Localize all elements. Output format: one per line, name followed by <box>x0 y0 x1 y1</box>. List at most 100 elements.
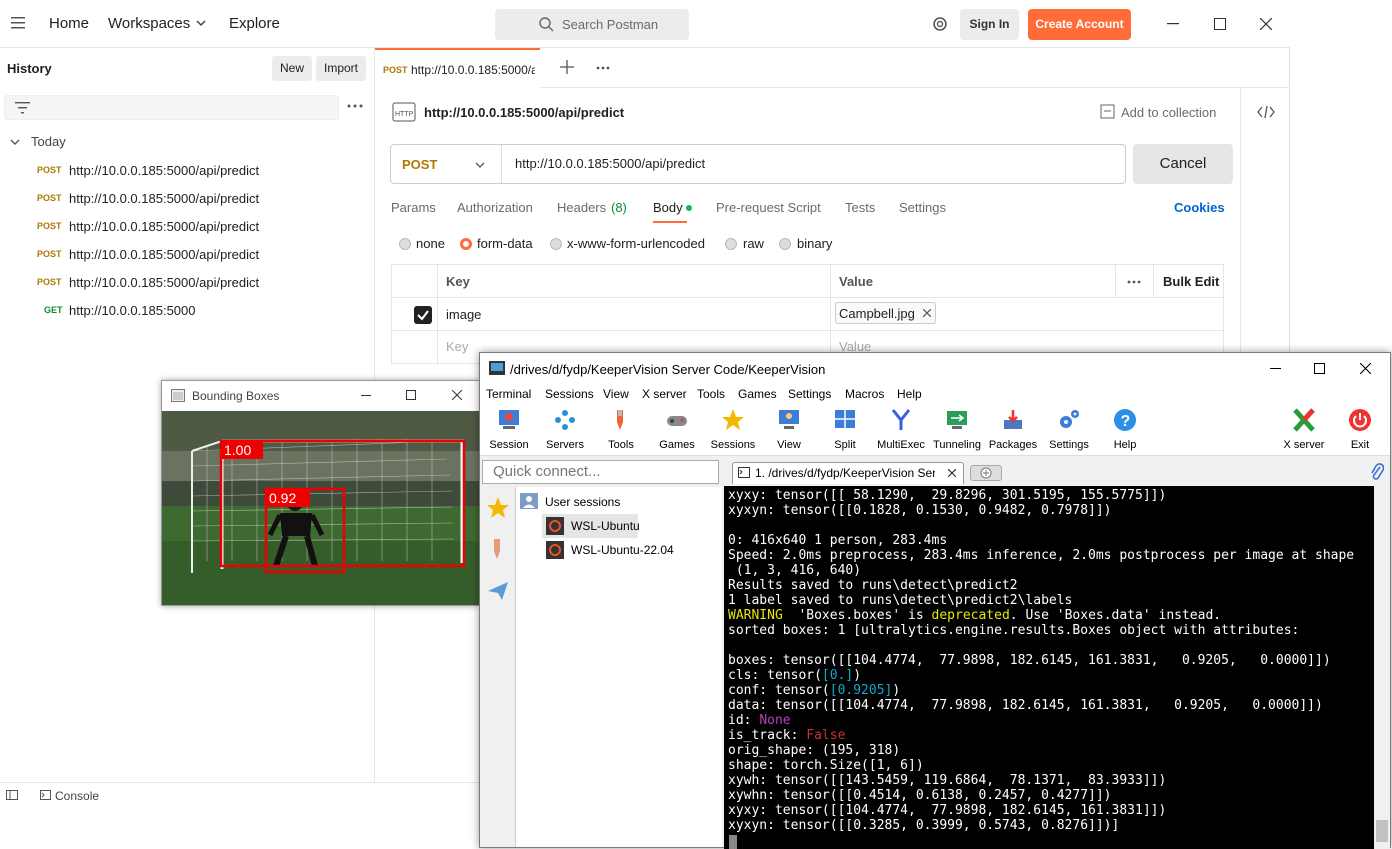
terminal-tab[interactable]: 1. /drives/d/fydp/KeeperVision Ser <box>732 462 964 484</box>
chevron-down-icon[interactable] <box>475 161 485 169</box>
history-item[interactable]: POST http://10.0.0.185:5000/api/predict <box>0 156 374 184</box>
close-icon[interactable] <box>948 469 956 477</box>
menu-games[interactable]: Games <box>738 387 777 401</box>
tab-pre-request-script[interactable]: Pre-request Script <box>716 200 821 215</box>
menu-view[interactable]: View <box>603 387 629 401</box>
menu-settings[interactable]: Settings <box>788 387 831 401</box>
key-placeholder[interactable]: Key <box>446 339 468 354</box>
session-wsl-ubuntu[interactable]: WSL-Ubuntu <box>571 519 640 533</box>
tool-tools[interactable]: Tools <box>593 406 649 454</box>
tool-x-server[interactable]: X server <box>1276 406 1332 454</box>
user-sessions-folder[interactable]: User sessions <box>545 495 620 509</box>
history-item[interactable]: POST http://10.0.0.185:5000/api/predict <box>0 184 374 212</box>
method-select[interactable]: POST <box>402 157 437 172</box>
request-tab[interactable]: POST http://10.0.0.185:5000/api <box>375 48 540 88</box>
menu-tools[interactable]: Tools <box>697 387 725 401</box>
tab-settings[interactable]: Settings <box>899 200 946 215</box>
import-button[interactable]: Import <box>316 56 366 81</box>
scrollbar-thumb[interactable] <box>1376 820 1388 842</box>
menu-macros[interactable]: Macros <box>845 387 884 401</box>
chevron-down-icon[interactable] <box>10 138 20 146</box>
filter-input[interactable] <box>4 95 339 120</box>
session-wsl-ubuntu-2204[interactable]: WSL-Ubuntu-22.04 <box>571 543 674 557</box>
history-item[interactable]: POST http://10.0.0.185:5000/api/predict <box>0 268 374 296</box>
tab-params[interactable]: Params <box>391 200 436 215</box>
maximize-icon[interactable] <box>1214 18 1226 30</box>
history-item[interactable]: POST http://10.0.0.185:5000/api/predict <box>0 212 374 240</box>
nav-workspaces[interactable]: Workspaces <box>108 15 190 32</box>
minimize-icon[interactable] <box>361 395 371 397</box>
history-item[interactable]: GET http://10.0.0.185:5000 <box>0 296 374 324</box>
close-icon[interactable] <box>923 309 931 317</box>
sign-in-button[interactable]: Sign In <box>960 9 1019 40</box>
maximize-icon[interactable] <box>1314 363 1325 374</box>
minimize-icon[interactable] <box>1270 368 1281 370</box>
add-tab-icon[interactable] <box>560 60 574 74</box>
tool-games[interactable]: Games <box>649 406 705 454</box>
radio-urlencoded[interactable] <box>550 238 562 250</box>
tools-icon[interactable] <box>486 537 510 561</box>
add-to-collection-button[interactable]: Add to collection <box>1121 105 1216 120</box>
tool-sessions[interactable]: Sessions <box>705 406 761 454</box>
tool-settings[interactable]: Settings <box>1041 406 1097 454</box>
tool-session[interactable]: Session <box>481 406 537 454</box>
send-icon[interactable] <box>486 579 510 603</box>
url-input[interactable]: http://10.0.0.185:5000/api/predict <box>515 156 705 171</box>
tool-view[interactable]: View <box>761 406 817 454</box>
request-title[interactable]: http://10.0.0.185:5000/api/predict <box>424 105 624 120</box>
bulk-edit-button[interactable]: Bulk Edit <box>1163 274 1219 289</box>
radio-binary[interactable] <box>779 238 791 250</box>
radio-none[interactable] <box>399 238 411 250</box>
close-icon[interactable] <box>1260 18 1272 30</box>
tool-tunneling[interactable]: Tunneling <box>929 406 985 454</box>
more-options-icon[interactable] <box>1127 280 1141 284</box>
file-chip[interactable]: Campbell.jpg <box>835 302 936 324</box>
radio-raw[interactable] <box>725 238 737 250</box>
more-tabs-icon[interactable] <box>596 66 610 70</box>
star-icon[interactable] <box>486 496 510 520</box>
new-button[interactable]: New <box>272 56 312 81</box>
history-item[interactable]: POST http://10.0.0.185:5000/api/predict <box>0 240 374 268</box>
maximize-icon[interactable] <box>406 390 416 400</box>
tool-exit[interactable]: Exit <box>1332 406 1388 454</box>
close-icon[interactable] <box>452 390 462 400</box>
minimize-icon[interactable] <box>1167 23 1179 25</box>
code-icon[interactable] <box>1257 105 1275 119</box>
menu-sessions[interactable]: Sessions <box>545 387 594 401</box>
cancel-button[interactable]: Cancel <box>1133 144 1233 184</box>
create-account-button[interactable]: Create Account <box>1028 9 1131 40</box>
menu-help[interactable]: Help <box>897 387 922 401</box>
tab-headers[interactable]: Headers <box>557 200 606 215</box>
row-checkbox[interactable] <box>414 306 432 324</box>
menu-x-server[interactable]: X server <box>642 387 687 401</box>
collection-icon[interactable] <box>1100 104 1115 119</box>
tab-authorization[interactable]: Authorization <box>457 200 533 215</box>
sidebar-toggle-icon[interactable] <box>6 790 18 800</box>
tool-servers[interactable]: Servers <box>537 406 593 454</box>
nav-explore[interactable]: Explore <box>229 15 280 32</box>
nav-home[interactable]: Home <box>49 15 89 32</box>
console-icon[interactable] <box>40 790 51 800</box>
row-key[interactable]: image <box>446 307 481 322</box>
new-tab-button[interactable] <box>970 465 1002 481</box>
tab-body[interactable]: Body <box>653 200 683 215</box>
tool-packages[interactable]: Packages <box>985 406 1041 454</box>
radio-form-data[interactable] <box>460 238 472 250</box>
tab-tests[interactable]: Tests <box>845 200 875 215</box>
gear-icon[interactable] <box>931 15 949 33</box>
more-options-icon[interactable] <box>347 104 363 108</box>
attach-icon[interactable] <box>1370 463 1384 481</box>
terminal-scrollbar[interactable] <box>1374 486 1390 849</box>
terminal-output[interactable]: xyxy: tensor([[ 58.1290, 29.8296, 301.51… <box>724 486 1374 849</box>
quick-connect-input[interactable]: Quick connect... <box>482 460 719 484</box>
menu-terminal[interactable]: Terminal <box>486 387 531 401</box>
tool-help[interactable]: ? Help <box>1097 406 1153 454</box>
menu-icon[interactable] <box>11 17 25 29</box>
cookies-link[interactable]: Cookies <box>1174 200 1225 215</box>
tool-split[interactable]: Split <box>817 406 873 454</box>
search-box[interactable]: Search Postman <box>495 9 689 40</box>
console-button[interactable]: Console <box>55 789 99 803</box>
close-icon[interactable] <box>1360 363 1371 374</box>
chevron-down-icon[interactable] <box>196 19 206 27</box>
tool-multiexec[interactable]: MultiExec <box>873 406 929 454</box>
